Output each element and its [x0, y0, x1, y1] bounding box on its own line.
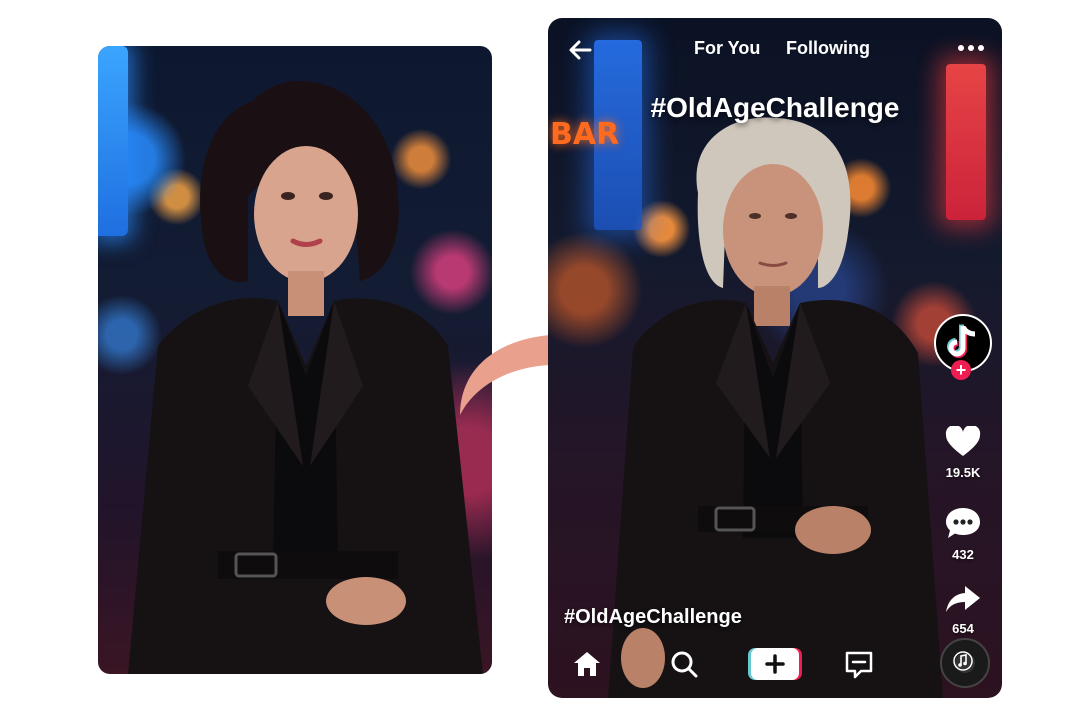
home-icon[interactable]	[572, 650, 602, 678]
music-disc[interactable]	[940, 638, 990, 688]
like-button[interactable]: 19.5K	[932, 424, 994, 480]
top-navigation: For You Following	[548, 18, 1002, 82]
tiktok-logo-icon	[947, 324, 976, 358]
share-button[interactable]: 654	[932, 584, 994, 636]
create-icon[interactable]	[748, 648, 802, 680]
follow-plus-icon[interactable]: +	[951, 360, 971, 380]
search-icon[interactable]	[670, 650, 698, 678]
tiktok-phone-screen: BAR For You Following #OldAgeChallenge +…	[548, 18, 1002, 698]
more-icon[interactable]	[956, 40, 986, 56]
video-caption: #OldAgeChallenge	[564, 606, 742, 628]
bottom-navigation	[548, 638, 1002, 698]
comment-icon	[946, 508, 980, 538]
share-count: 654	[952, 621, 974, 636]
video-overlay-hashtag: #OldAgeChallenge	[650, 92, 900, 123]
comment-count: 432	[952, 547, 974, 562]
back-arrow-icon[interactable]	[566, 36, 594, 64]
heart-icon	[945, 424, 981, 456]
like-count: 19.5K	[945, 465, 981, 480]
comment-button[interactable]: 432	[932, 506, 994, 562]
young-woman-figure	[128, 81, 483, 674]
inbox-icon[interactable]	[844, 650, 874, 680]
music-note-icon	[953, 651, 973, 671]
share-icon	[946, 586, 980, 612]
tab-for-you[interactable]: For You	[694, 38, 760, 59]
tab-following[interactable]: Following	[786, 38, 870, 59]
before-photo	[98, 46, 492, 674]
